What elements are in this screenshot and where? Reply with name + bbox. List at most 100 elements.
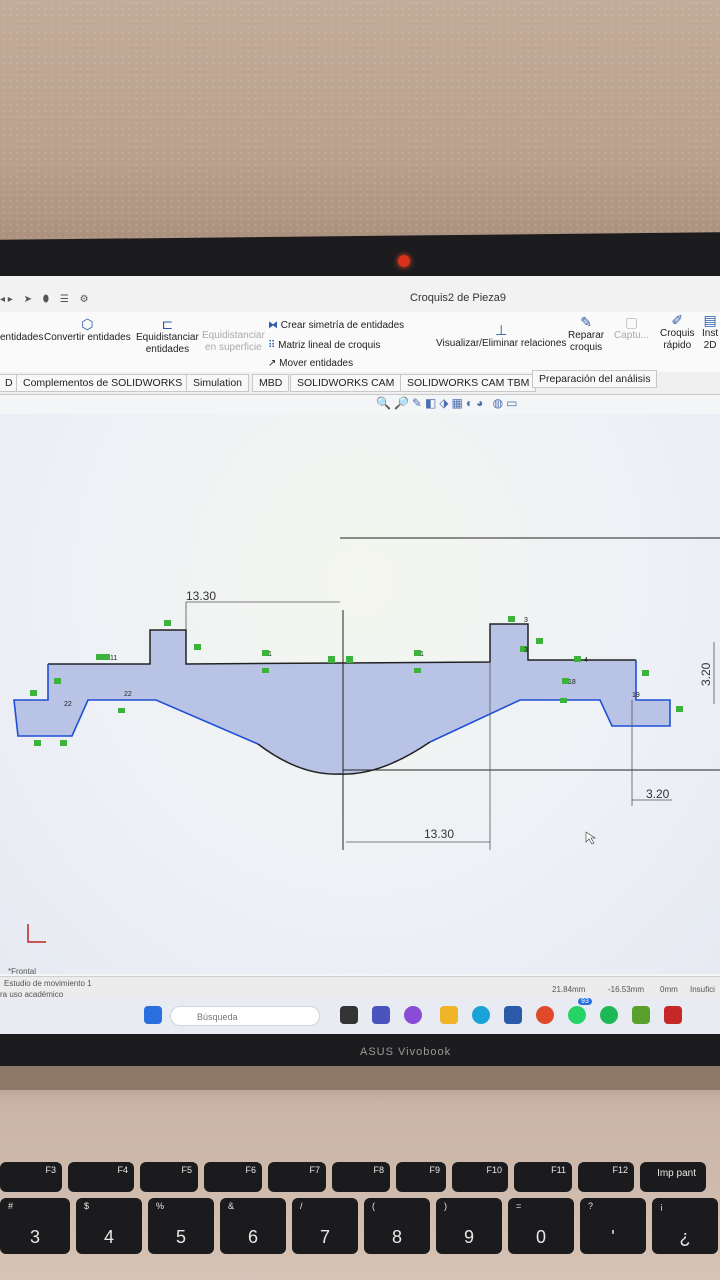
key-f10[interactable]: F10 bbox=[452, 1162, 508, 1192]
windows-start-icon[interactable] bbox=[144, 1006, 162, 1024]
taskbar-search[interactable]: Búsqueda bbox=[170, 1006, 320, 1026]
document-title: Croquis2 de Pieza9 bbox=[410, 292, 507, 304]
entidades-button[interactable]: entidades bbox=[0, 332, 43, 344]
graphics-area[interactable]: 11 22 22 1 1 3 3 4 18 19 13.30 13.30 3.2… bbox=[0, 414, 720, 974]
whatsapp-icon[interactable] bbox=[568, 1006, 586, 1024]
key-9[interactable]: ) 9 bbox=[436, 1198, 502, 1254]
options-icon[interactable]: ☰ bbox=[60, 294, 69, 305]
inst-label-2: 2D bbox=[703, 340, 717, 351]
key-apostrophe[interactable]: ? ' bbox=[580, 1198, 646, 1254]
key-f8-label: F8 bbox=[373, 1165, 384, 1175]
title-bar: ◂ ▸ ➤ ⬮ ☰ ⚙ Croquis2 de Pieza9 bbox=[0, 276, 720, 312]
key-f6[interactable]: F6 bbox=[204, 1162, 262, 1192]
key-3[interactable]: #3 bbox=[0, 1198, 70, 1254]
relaciones-button[interactable]: ⊥ Visualizar/Eliminar relaciones bbox=[436, 323, 566, 350]
notification-badge: 93 bbox=[578, 998, 592, 1005]
equidistanciar-button[interactable]: ⊏ Equidistanciar entidades bbox=[136, 317, 199, 356]
rel-label-3a: 3 bbox=[524, 617, 528, 624]
dimension-top[interactable]: 13.30 bbox=[186, 589, 216, 603]
matriz-button[interactable]: ⠿ Matriz lineal de croquis bbox=[268, 340, 380, 352]
tab-preparacion-analisis[interactable]: Preparación del análisis bbox=[532, 370, 658, 388]
key-f12[interactable]: F12 bbox=[578, 1162, 634, 1192]
search-placeholder: Búsqueda bbox=[197, 1012, 238, 1022]
key-inverted-question-label: ¿ bbox=[679, 1227, 691, 1247]
key-f9-label: F9 bbox=[429, 1165, 440, 1175]
tab-solidworks-cam-tbm[interactable]: SOLIDWORKS CAM TBM bbox=[400, 374, 537, 392]
pattern-icon: ⠿ bbox=[268, 340, 276, 351]
dimension-right-horizontal[interactable]: 3.20 bbox=[646, 787, 670, 801]
key-f8[interactable]: F8 bbox=[332, 1162, 390, 1192]
key-f3-label: F3 bbox=[45, 1165, 56, 1175]
key-6[interactable]: & 6 bbox=[220, 1198, 286, 1254]
task-view-icon[interactable] bbox=[340, 1006, 358, 1024]
dimension-right-vertical[interactable]: 3.20 bbox=[699, 662, 713, 686]
copilot-icon[interactable] bbox=[404, 1006, 422, 1024]
chrome-icon[interactable] bbox=[536, 1006, 554, 1024]
rel-label-1b: 1 bbox=[420, 651, 424, 658]
key-7[interactable]: /7 bbox=[292, 1198, 358, 1254]
motion-study-tab[interactable]: Estudio de movimiento 1 bbox=[4, 979, 92, 988]
key-inverted-question-shift: ¡ bbox=[660, 1201, 663, 1211]
inst-button[interactable]: ▤ Inst 2D bbox=[702, 313, 718, 352]
key-f11[interactable]: F11 bbox=[514, 1162, 572, 1192]
key-8[interactable]: (8 bbox=[364, 1198, 430, 1254]
tab-solidworks-cam[interactable]: SOLIDWORKS CAM bbox=[290, 374, 402, 392]
app-icon[interactable] bbox=[632, 1006, 650, 1024]
key-0[interactable]: = 0 bbox=[508, 1198, 574, 1254]
key-print-screen[interactable]: Imp pant bbox=[640, 1162, 706, 1192]
tab-complementos[interactable]: Complementos de SOLIDWORKS bbox=[16, 374, 190, 392]
store-icon[interactable] bbox=[504, 1006, 522, 1024]
mover-button[interactable]: ↗ Mover entidades bbox=[268, 358, 353, 370]
rel-label-19: 19 bbox=[632, 692, 640, 699]
spotify-icon[interactable] bbox=[600, 1006, 618, 1024]
laptop-brand: ASUS Vivobook bbox=[360, 1046, 452, 1058]
captura-label: Captu... bbox=[614, 330, 650, 341]
equid-superficie-button[interactable]: Equidistanciar en superficie bbox=[202, 330, 265, 354]
sketch-ribbon: entidades ⬡ Convertir entidades ⊏ Equidi… bbox=[0, 312, 720, 373]
captura-button[interactable]: ▢ Captu... bbox=[614, 314, 650, 342]
traffic-light-icon[interactable]: ⬮ bbox=[43, 294, 49, 305]
select-icon[interactable]: ➤ bbox=[24, 294, 32, 305]
rel-label-11: 11 bbox=[110, 655, 117, 662]
key-f4-label: F4 bbox=[117, 1165, 128, 1175]
key-f4[interactable]: F4 bbox=[68, 1162, 134, 1192]
croquis-rapido-button[interactable]: ✐ Croquis rápido bbox=[660, 313, 694, 352]
key-f9[interactable]: F9 bbox=[396, 1162, 446, 1192]
key-7-shift: / bbox=[300, 1201, 303, 1211]
teams-icon[interactable] bbox=[372, 1006, 390, 1024]
reparar-croquis-button[interactable]: ✎ Reparar croquis bbox=[568, 314, 605, 354]
key-4[interactable]: $4 bbox=[76, 1198, 142, 1254]
key-inverted-question[interactable]: ¡ ¿ bbox=[652, 1198, 718, 1254]
key-6-label: 6 bbox=[247, 1227, 258, 1247]
mirror-icon: ⧓ bbox=[268, 320, 278, 331]
key-f11-label: F11 bbox=[551, 1165, 566, 1175]
arrow-icon[interactable]: ◂ ▸ bbox=[0, 294, 13, 305]
dimension-bottom[interactable]: 13.30 bbox=[424, 827, 454, 841]
key-5[interactable]: % 5 bbox=[148, 1198, 214, 1254]
tab-simulation[interactable]: Simulation bbox=[186, 374, 250, 392]
edge-icon[interactable] bbox=[472, 1006, 490, 1024]
coord-z: 0mm bbox=[660, 985, 678, 994]
convertir-label: Convertir entidades bbox=[44, 332, 131, 343]
view-toolbar[interactable]: 🔍🔎✎◧⬗▦◐◕ ◍▭ bbox=[376, 396, 520, 410]
reparar-label: Reparar bbox=[568, 330, 605, 341]
convertir-entidades-button[interactable]: ⬡ Convertir entidades bbox=[44, 317, 131, 344]
file-explorer-icon[interactable] bbox=[440, 1006, 458, 1024]
simetria-button[interactable]: ⧓ Crear simetría de entidades bbox=[268, 320, 404, 332]
repair-icon: ✎ bbox=[580, 314, 592, 330]
capture-icon: ▢ bbox=[624, 314, 639, 330]
coord-y: -16.53mm bbox=[608, 985, 645, 994]
solidworks-icon[interactable] bbox=[664, 1006, 682, 1024]
top-edge[interactable] bbox=[48, 623, 636, 665]
key-6-shift: & bbox=[228, 1201, 235, 1211]
key-f3[interactable]: F3 bbox=[0, 1162, 62, 1192]
rel-label-22a: 22 bbox=[64, 701, 72, 708]
tab-mbd[interactable]: MBD bbox=[252, 374, 290, 392]
key-3-label: 3 bbox=[29, 1227, 40, 1247]
gear-icon[interactable]: ⚙ bbox=[80, 294, 89, 305]
key-f7[interactable]: F7 bbox=[268, 1162, 326, 1192]
mouse-cursor-icon bbox=[585, 831, 596, 845]
sketch-profile[interactable] bbox=[14, 624, 670, 775]
rel-label-4: 4 bbox=[584, 657, 588, 664]
key-f5[interactable]: F5 bbox=[140, 1162, 198, 1192]
